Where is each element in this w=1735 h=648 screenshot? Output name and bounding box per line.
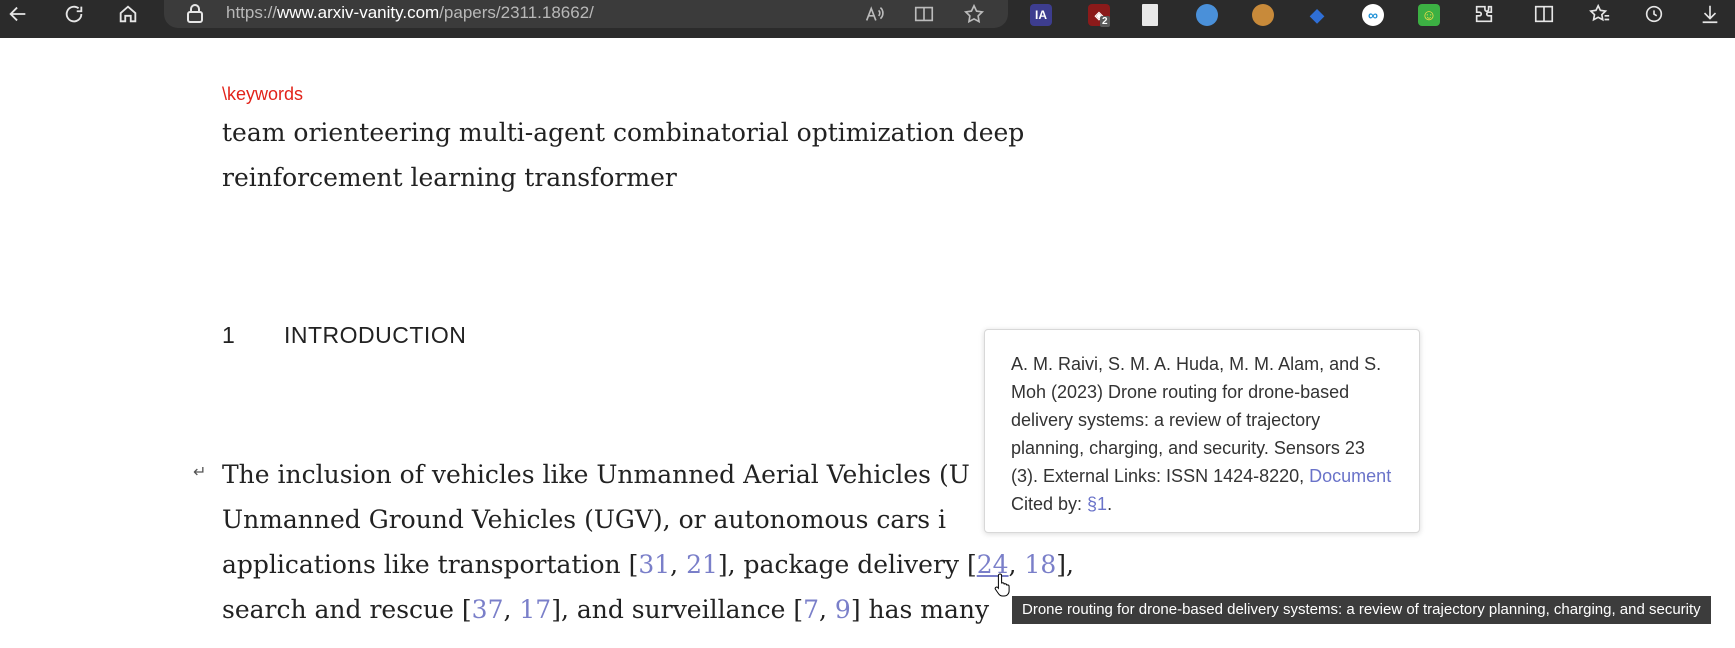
ublock-extension-icon[interactable]: ◈ 2	[1088, 4, 1110, 27]
text-span: ,	[670, 550, 687, 579]
url-path: /papers/2311.18662/	[439, 3, 594, 22]
browser-toolbar: https://www.arxiv-vanity.com/papers/2311…	[0, 0, 1735, 38]
colorful-extension-icon[interactable]	[1196, 4, 1218, 26]
citation-link[interactable]: 17	[519, 595, 551, 624]
lock-icon	[187, 4, 203, 23]
text-span: ], and surveillance [	[551, 595, 804, 624]
url-host: www.arxiv-vanity.com	[277, 3, 440, 22]
text-span: ], package delivery [	[717, 550, 977, 579]
citation-link[interactable]: 37	[472, 595, 504, 624]
keywords-label: \keywords	[222, 84, 304, 104]
circle-extension-icon[interactable]: ∞	[1362, 4, 1384, 26]
keywords-line: team orienteering multi-agent combinator…	[222, 118, 1025, 147]
section-title: INTRODUCTION	[284, 322, 467, 348]
text-line: applications like transportation [31, 21…	[222, 542, 1202, 587]
text-span: search and rescue [	[222, 595, 472, 624]
link-tooltip: Drone routing for drone-based delivery s…	[1012, 596, 1711, 624]
url-text[interactable]: https://www.arxiv-vanity.com/papers/2311…	[226, 3, 594, 23]
extensions-puzzle-icon[interactable]	[1468, 0, 1500, 28]
smiley-extension-icon[interactable]: ☺	[1418, 4, 1440, 26]
citation-link[interactable]: 18	[1024, 550, 1056, 579]
ublock-badge: 2	[1100, 16, 1110, 27]
url-prefix: https://	[226, 3, 278, 22]
ia-label: IA	[1035, 8, 1047, 22]
text-span: ,	[503, 595, 520, 624]
document-extension-icon[interactable]	[1142, 4, 1158, 26]
popover-trailing: .	[1107, 494, 1113, 514]
citation-link[interactable]: 7	[803, 595, 819, 624]
text-span: ] has many	[850, 595, 990, 624]
hand-cursor-icon	[994, 573, 1010, 597]
text-span: ,	[819, 595, 835, 624]
text-span: ],	[1056, 550, 1074, 579]
address-bar[interactable]: https://www.arxiv-vanity.com/papers/2311…	[164, 0, 1008, 28]
citation-link[interactable]: 9	[835, 595, 851, 624]
favorites-icon[interactable]	[1584, 0, 1616, 28]
keywords-text: team orienteering multi-agent combinator…	[222, 110, 1122, 200]
document-link[interactable]: Document	[1309, 466, 1391, 486]
immersive-reader-icon[interactable]	[908, 0, 940, 28]
ia-extension-icon[interactable]: IA	[1030, 4, 1052, 26]
keywords-line: reinforcement learning transformer	[222, 163, 677, 192]
section-number: 1	[222, 322, 235, 348]
cap-extension-icon[interactable]: ◆	[1306, 4, 1328, 26]
citation-link[interactable]: 21	[686, 550, 718, 579]
favorite-star-icon[interactable]	[958, 0, 990, 28]
read-aloud-icon[interactable]	[858, 0, 890, 28]
split-screen-icon[interactable]	[1528, 0, 1560, 28]
paragraph-mark-icon[interactable]: ↵	[193, 462, 206, 482]
text-span: applications like transportation [	[222, 550, 639, 579]
citation-popover: A. M. Raivi, S. M. A. Huda, M. M. Alam, …	[984, 329, 1420, 533]
cited-by-section-link[interactable]: §1	[1087, 494, 1107, 514]
cited-by-label: Cited by:	[1011, 494, 1088, 514]
history-icon[interactable]	[1638, 0, 1670, 28]
citation-link[interactable]: 31	[638, 550, 670, 579]
download-icon[interactable]	[1694, 0, 1726, 28]
home-icon[interactable]	[112, 0, 144, 28]
back-icon[interactable]	[2, 0, 34, 28]
refresh-icon[interactable]	[58, 0, 90, 28]
cookie-extension-icon[interactable]	[1252, 4, 1274, 26]
